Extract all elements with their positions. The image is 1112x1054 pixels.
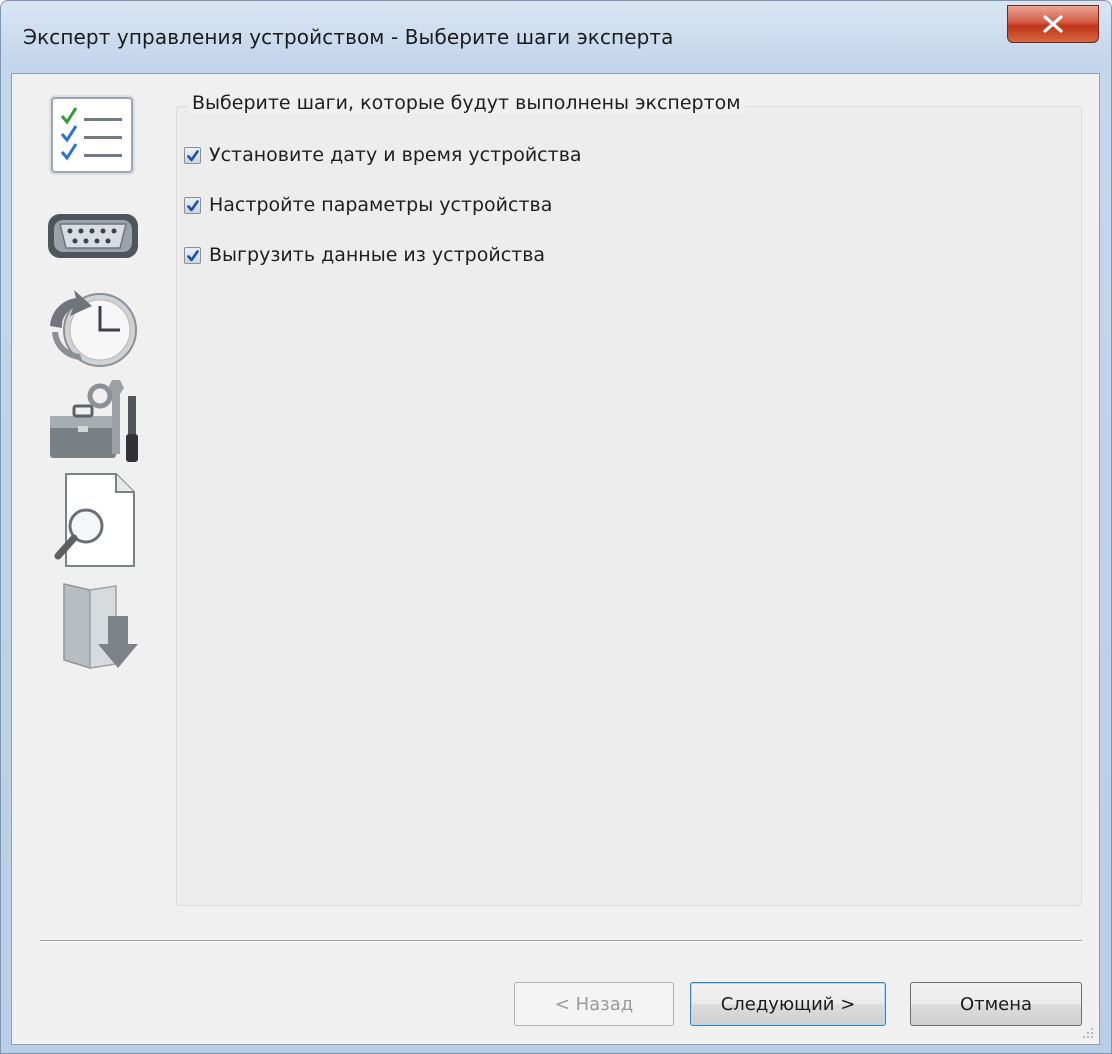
wizard-window: Эксперт управления устройством - Выберит… bbox=[0, 0, 1112, 1054]
serial-port-icon bbox=[42, 192, 146, 278]
steps-group-box bbox=[176, 106, 1082, 906]
steps-group-label: Выберите шаги, которые будут выполнены э… bbox=[188, 92, 745, 114]
resize-grip-icon[interactable] bbox=[1081, 1026, 1095, 1040]
toolbox-icon bbox=[42, 376, 146, 462]
document-search-icon bbox=[42, 470, 146, 570]
download-folder-icon bbox=[42, 578, 146, 674]
wizard-client-area: Выберите шаги, которые будут выполнены э… bbox=[11, 73, 1100, 1045]
step-checkbox-datetime[interactable]: Установите дату и время устройства bbox=[184, 140, 582, 170]
next-button[interactable]: Следующий > bbox=[690, 982, 886, 1026]
clock-sync-icon bbox=[42, 284, 146, 370]
close-icon bbox=[1043, 15, 1063, 33]
step-label: Выгрузить данные из устройства bbox=[209, 244, 546, 266]
title-bar[interactable]: Эксперт управления устройством - Выберит… bbox=[1, 1, 1111, 79]
button-separator bbox=[40, 940, 1082, 942]
checkbox-checked-icon[interactable] bbox=[184, 246, 201, 264]
step-checkbox-download[interactable]: Выгрузить данные из устройства bbox=[184, 240, 545, 270]
step-label: Настройте параметры устройства bbox=[209, 194, 553, 216]
checkbox-checked-icon[interactable] bbox=[184, 196, 201, 214]
close-button[interactable] bbox=[1007, 5, 1099, 43]
checklist-icon bbox=[42, 92, 146, 178]
back-button[interactable]: < Назад bbox=[514, 982, 674, 1026]
cancel-button[interactable]: Отмена bbox=[910, 982, 1082, 1026]
step-checkbox-parameters[interactable]: Настройте параметры устройства bbox=[184, 190, 552, 220]
window-title: Эксперт управления устройством - Выберит… bbox=[23, 25, 674, 49]
checkbox-checked-icon[interactable] bbox=[184, 146, 201, 164]
step-label: Установите дату и время устройства bbox=[209, 144, 582, 166]
